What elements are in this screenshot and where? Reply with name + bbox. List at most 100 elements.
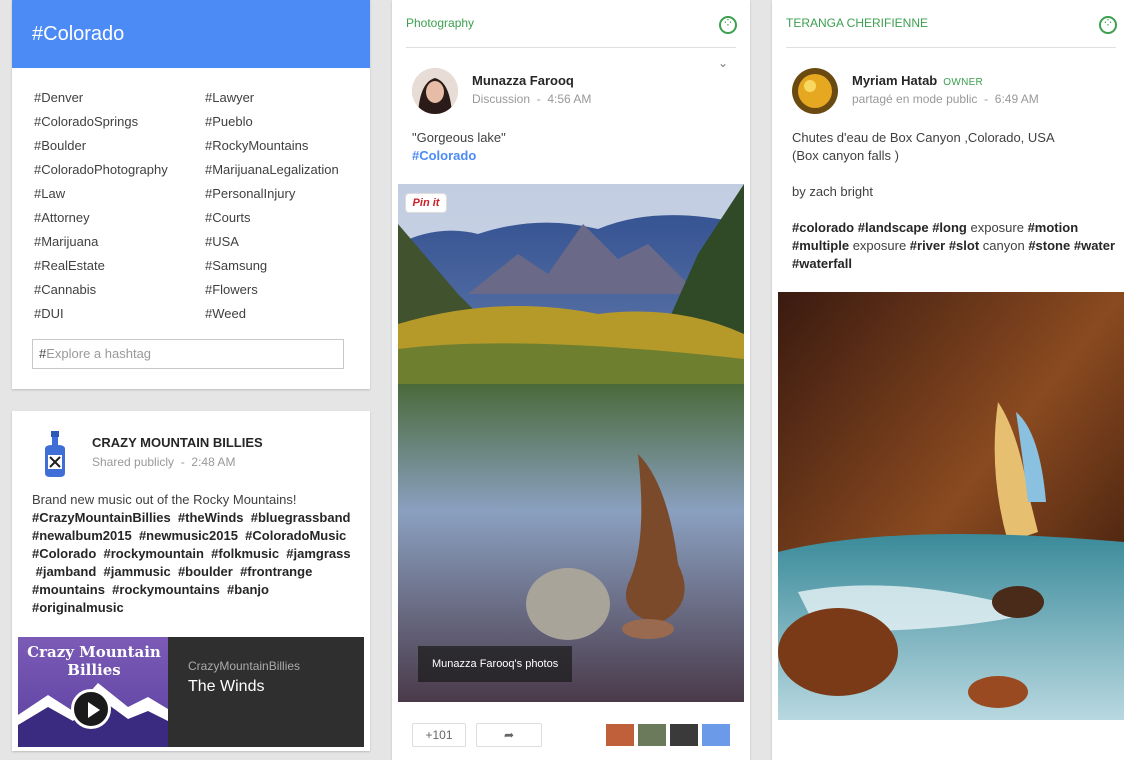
album-art: Crazy Mountain Billies: [18, 637, 168, 747]
hashtag-line: #multiple exposure #river #slot canyon #…: [792, 237, 1122, 255]
plusser-avatar[interactable]: [670, 724, 698, 746]
hashtag-link[interactable]: #long: [932, 220, 967, 235]
hashtag-link[interactable]: #Boulder: [34, 136, 168, 160]
hashtag-link[interactable]: #waterfall: [792, 256, 852, 271]
hashtag-link[interactable]: #water: [1074, 238, 1115, 253]
hashtag-line[interactable]: #CrazyMountainBillies #theWinds #bluegra…: [32, 509, 362, 527]
hashtag-link[interactable]: #slot: [949, 238, 979, 253]
hashtag-link[interactable]: #DUI: [34, 304, 168, 328]
hashtag-link[interactable]: #Samsung: [205, 256, 339, 280]
hashtag-link[interactable]: #Law: [34, 184, 168, 208]
plusser-avatar[interactable]: [606, 724, 634, 746]
hashtag-link[interactable]: #USA: [205, 232, 339, 256]
meta-separator: -: [180, 455, 185, 469]
hashtag-line: #waterfall: [792, 255, 1122, 273]
post-photo[interactable]: Pin it Munazza Farooq's photos: [398, 184, 744, 702]
post-body: "Gorgeous lake" #Colorado: [412, 129, 506, 165]
embed-track[interactable]: The Winds: [188, 678, 264, 696]
hashtag-link[interactable]: #RockyMountains: [205, 136, 339, 160]
plusser-avatar[interactable]: [638, 724, 666, 746]
share-button[interactable]: ➦: [476, 723, 542, 747]
plusser-avatar[interactable]: [702, 724, 730, 746]
hashtag-link[interactable]: #PersonalInjury: [205, 184, 339, 208]
hashtag-link[interactable]: #Weed: [205, 304, 339, 328]
divider: [786, 47, 1116, 48]
pin-it-button[interactable]: Pin it: [406, 194, 446, 212]
community-icon[interactable]: [1099, 15, 1117, 34]
post-hashtag-link[interactable]: #Colorado: [412, 147, 506, 165]
post-photo[interactable]: [778, 292, 1124, 720]
community-name[interactable]: TERANGA CHERIFIENNE: [786, 16, 928, 30]
hashtag-link[interactable]: #Marijuana: [34, 232, 168, 256]
hashtag-link[interactable]: #Courts: [205, 208, 339, 232]
photo-album-link[interactable]: Munazza Farooq's photos: [418, 646, 572, 682]
hashtag-link[interactable]: #Flowers: [205, 280, 339, 304]
hashtag-line[interactable]: #newalbum2015 #newmusic2015 #ColoradoMus…: [32, 527, 362, 545]
owner-badge: OWNER: [943, 77, 984, 88]
community-icon[interactable]: [719, 15, 737, 34]
meta-separator: -: [536, 92, 541, 106]
hashtag-link[interactable]: #colorado: [792, 220, 854, 235]
avatar-portrait-icon: [412, 68, 458, 114]
hashtag-line[interactable]: #Colorado #rockymountain #folkmusic #jam…: [32, 545, 362, 563]
hashtag-line[interactable]: #jamband #jammusic #boulder #frontrange: [32, 563, 362, 581]
post-line: Chutes d'eau de Box Canyon ,Colorado, US…: [792, 130, 1055, 145]
hashtag-text: exposure: [966, 220, 1028, 235]
post-credit: by zach bright: [792, 184, 873, 199]
lake-photo: [398, 184, 744, 702]
post-category[interactable]: Discussion: [472, 92, 530, 106]
post-intro: Brand new music out of the Rocky Mountai…: [32, 492, 297, 507]
hashtag-line[interactable]: #originalmusic: [32, 599, 362, 617]
avatar[interactable]: [792, 68, 838, 114]
hashtag-card: #Colorado #Denver #ColoradoSprings #Boulde…: [12, 0, 370, 389]
post-time[interactable]: 2:48 AM: [191, 455, 235, 469]
hashtag-link[interactable]: #Denver: [34, 88, 168, 112]
play-button[interactable]: [71, 689, 111, 729]
album-art-title: Crazy Mountain Billies: [27, 643, 161, 679]
hashtag-link[interactable]: #motion: [1028, 220, 1079, 235]
chevron-down-icon[interactable]: ⌄: [718, 56, 728, 70]
post-card-teranga-cherifienne: TERANGA CHERIFIENNE Myriam Hatab OWNER pa…: [772, 0, 1126, 760]
explore-hashtag-input[interactable]: #Explore a hashtag: [32, 339, 344, 369]
hashtag-link[interactable]: #river: [910, 238, 945, 253]
hashtag-link[interactable]: #Lawyer: [205, 88, 339, 112]
post-visibility: Shared publicly: [92, 455, 175, 469]
hashtag-link[interactable]: #landscape: [858, 220, 929, 235]
post-time[interactable]: 6:49 AM: [995, 92, 1039, 106]
post-author[interactable]: CRAZY MOUNTAIN BILLIES: [92, 435, 263, 450]
bottle-avatar-icon[interactable]: [40, 431, 70, 477]
post-author-line: Myriam Hatab OWNER: [852, 73, 983, 88]
post-visibility: partagé en mode public: [852, 92, 978, 106]
plus-one-button[interactable]: +101: [412, 723, 466, 747]
post-card-photography: Photography ⌄ Munazza Farooq Discussion …: [392, 0, 750, 760]
hashtag-line[interactable]: #mountains #rockymountains #banjo: [32, 581, 362, 599]
explore-placeholder: Explore a hashtag: [46, 346, 152, 361]
hashtag-column-left: #Denver #ColoradoSprings #Boulder #Colorado…: [34, 88, 168, 328]
hashtag-link[interactable]: #stone: [1028, 238, 1070, 253]
post-author[interactable]: Myriam Hatab: [852, 73, 937, 88]
hashtag-text: canyon: [979, 238, 1029, 253]
hashtag-link[interactable]: #Pueblo: [205, 112, 339, 136]
post-meta: Shared publicly - 2:48 AM: [92, 455, 235, 469]
post-text: "Gorgeous lake": [412, 130, 506, 145]
hashtag-link[interactable]: #Cannabis: [34, 280, 168, 304]
music-embed[interactable]: Crazy Mountain Billies CrazyMountainBill…: [18, 637, 364, 747]
hashtag-link[interactable]: #ColoradoPhotography: [34, 160, 168, 184]
avatar-amber-icon: [792, 68, 838, 114]
hashtag-link[interactable]: #ColoradoSprings: [34, 112, 168, 136]
hashtag-text: exposure: [849, 238, 910, 253]
post-hashtags: #CrazyMountainBillies #theWinds #bluegra…: [32, 509, 362, 617]
hashtag-link[interactable]: #MarijuanaLegalization: [205, 160, 339, 184]
community-name[interactable]: Photography: [406, 16, 474, 30]
post-meta: Discussion - 4:56 AM: [472, 92, 591, 106]
hashtag-link[interactable]: #multiple: [792, 238, 849, 253]
post-body: Chutes d'eau de Box Canyon ,Colorado, US…: [792, 129, 1122, 273]
post-time[interactable]: 4:56 AM: [547, 92, 591, 106]
hashtag-link[interactable]: #RealEstate: [34, 256, 168, 280]
avatar[interactable]: [412, 68, 458, 114]
hashtag-link[interactable]: #Attorney: [34, 208, 168, 232]
post-author[interactable]: Munazza Farooq: [472, 73, 574, 88]
meta-separator: -: [984, 92, 989, 106]
post-body: Brand new music out of the Rocky Mountai…: [32, 491, 362, 617]
embed-channel[interactable]: CrazyMountainBillies: [188, 659, 300, 673]
